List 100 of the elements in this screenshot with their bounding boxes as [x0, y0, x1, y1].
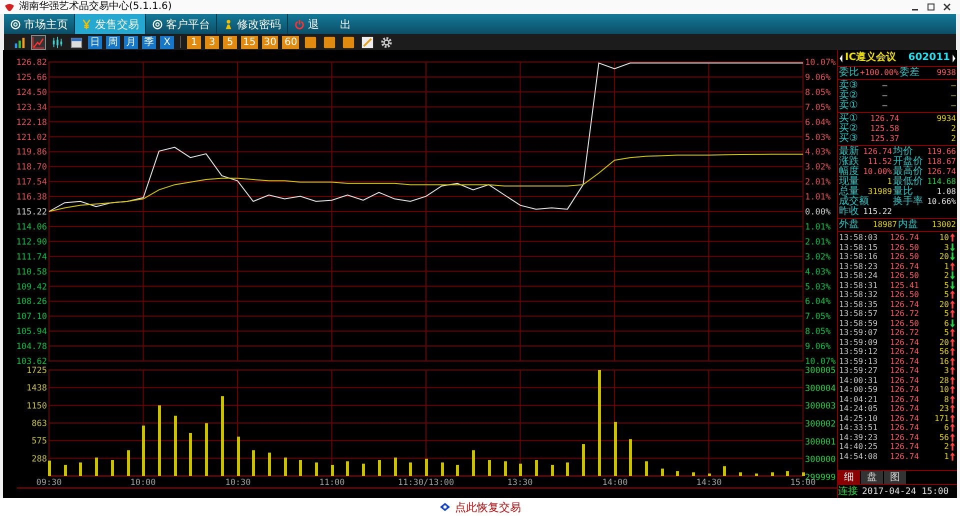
order-price: — — [881, 91, 888, 101]
trade-time: 13:59:27 — [839, 366, 879, 376]
trade-time: 13:59:09 — [839, 338, 879, 347]
previous-arrow-icon[interactable] — [839, 52, 843, 64]
field-label: 总量 — [839, 187, 859, 197]
time-label: 13:30 — [507, 478, 533, 488]
period-button[interactable]: 日 — [88, 36, 102, 48]
menu-tab[interactable]: 发售交易 — [75, 14, 146, 34]
maximize-icon[interactable] — [926, 2, 936, 12]
trade-price: 126.72 — [889, 309, 920, 318]
trade-price: 126.74 — [889, 432, 920, 442]
axis-label: 122.18 — [16, 118, 47, 128]
trade-time: 13:58:32 — [839, 290, 879, 300]
field-label: 量比 — [893, 187, 913, 197]
field-value: 10.00% — [862, 167, 892, 177]
axis-label: 3.02% — [805, 252, 831, 262]
trade-volume: 1 — [943, 262, 949, 271]
volume-bar — [95, 458, 98, 476]
pencil-icon[interactable] — [360, 34, 376, 50]
period-square-icon[interactable] — [303, 34, 318, 50]
axis-label: 108.26 — [16, 297, 47, 308]
axis-label: 300003 — [805, 402, 836, 412]
period-button[interactable]: 30 — [262, 36, 278, 48]
period-button[interactable]: 60 — [282, 36, 300, 48]
panel-tab[interactable]: 图 — [884, 471, 906, 484]
trade-price: 126.74 — [889, 423, 920, 432]
trade-time: 13:58:16 — [839, 252, 879, 262]
field-label: 最高价 — [893, 167, 923, 177]
period-button[interactable]: 15 — [241, 36, 258, 48]
candlestick-icon[interactable] — [50, 34, 65, 50]
volume-bar — [551, 464, 554, 476]
volume-bar — [786, 471, 789, 476]
time-label: 11:30/13:00 — [398, 478, 454, 488]
trade-volume: 16 — [938, 356, 949, 366]
axis-label: 4.03% — [805, 267, 831, 278]
menu-tab[interactable]: 退 出 — [288, 14, 357, 34]
period-button[interactable]: 5 — [223, 36, 237, 48]
trade-time: 14:39:23 — [839, 432, 879, 442]
field-label: 外盘 — [839, 220, 859, 230]
field-value: 10.66% — [926, 197, 956, 207]
axis-label: 105.94 — [16, 327, 47, 338]
axis-label: 3.02% — [805, 162, 831, 173]
trade-volume: 1 — [943, 452, 949, 461]
period-square-icon[interactable] — [322, 34, 338, 50]
volume-bar — [111, 460, 114, 476]
panel-tab[interactable]: 细 — [838, 471, 860, 484]
trade-price: 126.74 — [889, 233, 920, 242]
order-price: 125.58 — [869, 124, 900, 134]
date-time: 2017-04-24 15:00 — [862, 486, 949, 496]
field-value: 114.68 — [926, 177, 956, 187]
line-chart-icon[interactable] — [31, 34, 46, 50]
trade-time: 13:58:23 — [839, 262, 879, 271]
trade-price: 126.74 — [889, 347, 920, 356]
period-button[interactable]: X — [160, 36, 174, 48]
time-label: 09:30 — [36, 478, 62, 488]
trade-price: 126.74 — [889, 338, 920, 347]
axis-label: 115.22 — [16, 208, 47, 218]
period-button[interactable]: 季 — [142, 36, 156, 48]
trade-volume: 10 — [938, 233, 949, 242]
trade-price: 126.74 — [889, 404, 920, 414]
volume-bar — [205, 423, 208, 476]
period-button[interactable]: 周 — [106, 36, 120, 48]
order-price: 126.74 — [869, 114, 900, 124]
trade-time: 14:40:25 — [839, 442, 879, 452]
axis-label: 118.70 — [16, 162, 47, 173]
volume-bar — [535, 460, 538, 476]
field-label: 幅度 — [839, 167, 859, 177]
order-label: 卖③ — [839, 81, 859, 91]
axis-label: 300002 — [805, 420, 836, 430]
axis-label: 119.86 — [16, 148, 47, 158]
close-icon[interactable] — [942, 2, 952, 12]
field-value: 18987 — [872, 220, 897, 230]
axis-label: 121.02 — [16, 132, 47, 143]
period-square-icon[interactable] — [341, 34, 356, 50]
volume-bar — [362, 464, 365, 476]
volume-bar — [158, 405, 161, 476]
panel-tab[interactable]: 盘 — [861, 471, 883, 484]
settings-icon[interactable] — [379, 34, 394, 50]
trade-time: 14:54:08 — [839, 452, 879, 461]
next-arrow-icon[interactable] — [952, 52, 956, 64]
axis-label: 300001 — [805, 437, 836, 448]
field-label: 最新 — [839, 147, 859, 157]
period-button[interactable]: 1 — [187, 36, 201, 48]
period-button[interactable]: 月 — [124, 36, 138, 48]
axis-label: 4.03% — [805, 148, 831, 158]
trade-volume: 5 — [943, 309, 949, 318]
volume-bar — [425, 458, 428, 476]
trade-volume: 5 — [943, 328, 949, 338]
period-button[interactable]: 3 — [205, 36, 219, 48]
field-value: 119.66 — [926, 147, 956, 157]
volume-bar — [48, 460, 51, 476]
logo-icon — [4, 2, 15, 12]
trade-time: 14:00:59 — [839, 385, 879, 394]
axis-label: 1.01% — [805, 192, 831, 203]
volume-bar — [268, 452, 271, 476]
trade-volume: 56 — [938, 432, 949, 442]
volume-bar — [519, 464, 522, 476]
axis-label: 7.05% — [805, 102, 831, 113]
axis-label: 103.62 — [16, 357, 47, 366]
resume-trading-link[interactable]: 点此恢复交易 — [437, 500, 523, 514]
